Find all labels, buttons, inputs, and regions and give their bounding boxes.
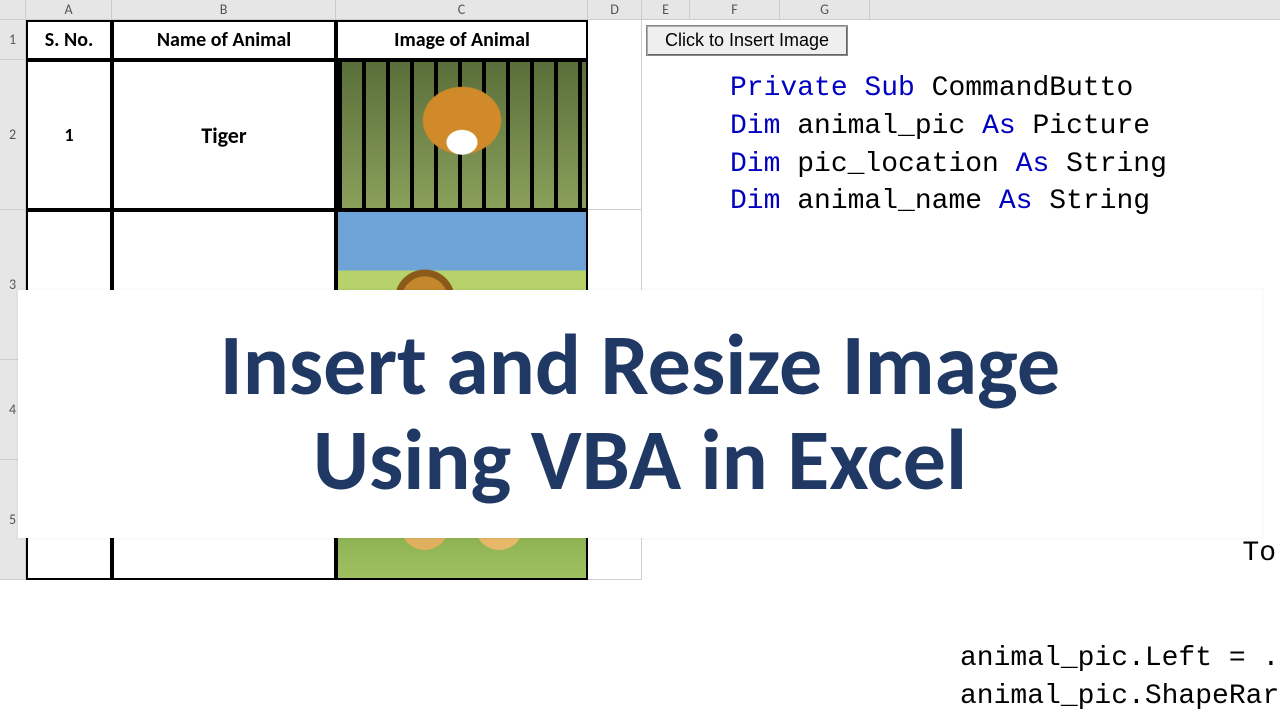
cell-a2[interactable]: 1 (26, 60, 112, 210)
code-line-2: Dim animal_pic As Picture (730, 108, 1280, 146)
title-overlay: Insert and Resize Image Using VBA in Exc… (18, 290, 1262, 538)
insert-image-button[interactable]: Click to Insert Image (646, 25, 848, 56)
code-frag-7: animal_pic.ShapeRar (920, 678, 1280, 716)
title-line-1: Insert and Resize Image (220, 319, 1060, 414)
code-line-3: Dim pic_location As String (730, 146, 1280, 184)
col-header-d[interactable]: D (588, 0, 642, 19)
code-frag-5: To (1196, 535, 1280, 573)
header-name[interactable]: Name of Animal (112, 20, 336, 60)
code-frag-6: animal_pic.Left = .Lef (920, 640, 1280, 678)
col-header-c[interactable]: C (336, 0, 588, 19)
header-image[interactable]: Image of Animal (336, 20, 588, 60)
cell-d1[interactable] (588, 20, 642, 60)
col-header-a[interactable]: A (26, 0, 112, 19)
code-line-4: Dim animal_name As String (730, 183, 1280, 221)
column-headers: A B C D E F G (0, 0, 1280, 20)
vba-code-pane: Private Sub CommandButto Dim animal_pic … (730, 70, 1280, 221)
row-header-1[interactable]: 1 (0, 20, 26, 60)
tiger-image (338, 62, 586, 208)
code-line-1: Private Sub CommandButto (730, 70, 1280, 108)
title-line-2: Using VBA in Excel (313, 414, 967, 509)
row-header-2[interactable]: 2 (0, 60, 26, 210)
cell-b2[interactable]: Tiger (112, 60, 336, 210)
col-header-g[interactable]: G (780, 0, 870, 19)
cell-d2[interactable] (588, 60, 642, 210)
col-header-e[interactable]: E (642, 0, 690, 19)
cell-c2-tiger-image[interactable] (336, 60, 588, 210)
header-sno[interactable]: S. No. (26, 20, 112, 60)
vba-code-bottom: animal_pic.Left = .Lef animal_pic.ShapeR… (920, 640, 1280, 716)
row-1: 1 S. No. Name of Animal Image of Animal … (0, 20, 1280, 60)
select-all-corner[interactable] (0, 0, 26, 20)
col-header-f[interactable]: F (690, 0, 780, 19)
col-header-b[interactable]: B (112, 0, 336, 19)
